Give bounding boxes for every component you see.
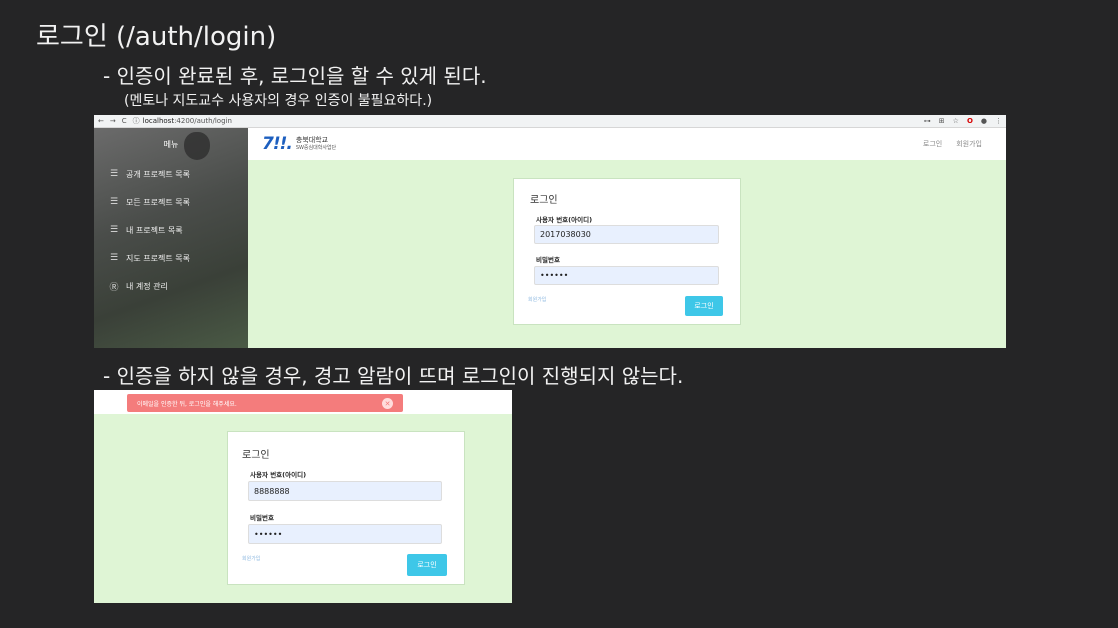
id-input[interactable]: 2017038030 <box>534 225 719 244</box>
password-input[interactable]: •••••• <box>534 266 719 285</box>
list-icon: ☰ <box>109 197 119 207</box>
id-label: 사용자 번호(아이디) <box>250 471 307 479</box>
note-mentor-exempt: (멘토나 지도교수 사용자의 경우 인증이 불필요하다.) <box>124 93 433 109</box>
sidebar-item-label: 모든 프로젝트 목록 <box>126 197 190 207</box>
sidebar-item-label: 내 계정 관리 <box>126 281 168 291</box>
nav-login-link[interactable]: 로그인 <box>923 139 942 149</box>
sidebar-item-advised-projects[interactable]: ☰ 지도 프로젝트 목록 <box>94 244 248 272</box>
opera-icon[interactable]: O <box>967 117 973 125</box>
list-icon: ☰ <box>109 253 119 263</box>
login-title: 로그인 <box>530 195 558 206</box>
sidebar-item-my-projects[interactable]: ☰ 내 프로젝트 목록 <box>94 216 248 244</box>
login-card: 로그인 사용자 번호(아이디) 2017038030 비밀번호 •••••• 회… <box>513 178 741 325</box>
slide-title: 로그인 (/auth/login) <box>36 22 277 52</box>
login-title: 로그인 <box>242 450 270 461</box>
nav-signup-link[interactable]: 회원가입 <box>956 139 982 149</box>
logo-line-1: 충북대학교 <box>295 136 329 144</box>
id-input[interactable]: 8888888 <box>248 481 442 501</box>
info-icon: ⓘ <box>132 117 140 125</box>
university-logo[interactable]: 7!!. 충북대학교 SW중심대학사업단 <box>262 134 336 154</box>
logo-line-2: SW중심대학사업단 <box>295 145 337 151</box>
reload-icon[interactable]: C <box>122 117 127 125</box>
login-alert-screenshot: 이메일을 인증한 뒤, 로그인을 해주세요. ✕ 로그인 사용자 번호(아이디)… <box>94 390 512 603</box>
star-icon[interactable]: ☆ <box>953 117 959 125</box>
browser-toolbar: ← → C ⓘ localhost:4200/auth/login ⊶ ⊞ ☆ … <box>94 115 1006 128</box>
translate-icon[interactable]: ⊞ <box>939 117 945 125</box>
signup-link[interactable]: 회원가입 <box>528 296 546 303</box>
user-circle-icon: Ⓡ <box>109 282 119 293</box>
sidebar: 메뉴 ☰ 공개 프로젝트 목록 ☰ 모든 프로젝트 목록 ☰ 내 프로젝트 목록… <box>94 128 248 348</box>
menu-icon[interactable]: ⋮ <box>995 117 1002 125</box>
sidebar-item-account[interactable]: Ⓡ 내 계정 관리 <box>94 272 248 300</box>
signup-link[interactable]: 회원가입 <box>242 555 260 562</box>
back-icon[interactable]: ← <box>98 117 104 125</box>
sidebar-header: 메뉴 <box>163 139 179 149</box>
sidebar-item-label: 공개 프로젝트 목록 <box>126 169 190 179</box>
sidebar-item-all-projects[interactable]: ☰ 모든 프로젝트 목록 <box>94 188 248 216</box>
alert-message: 이메일을 인증한 뒤, 로그인을 해주세요. <box>137 400 237 408</box>
bullet-auth-warning: - 인증을 하지 않을 경우, 경고 알람이 뜨며 로그인이 진행되지 않는다. <box>103 364 684 388</box>
login-button[interactable]: 로그인 <box>407 554 447 576</box>
bullet-login-after-auth: - 인증이 완료된 후, 로그인을 할 수 있게 된다. <box>103 64 487 88</box>
address-bar[interactable]: ⓘ localhost:4200/auth/login <box>133 116 918 126</box>
forward-icon[interactable]: → <box>110 117 116 125</box>
list-icon: ☰ <box>109 169 119 179</box>
login-button[interactable]: 로그인 <box>685 296 723 316</box>
id-label: 사용자 번호(아이디) <box>536 216 593 224</box>
login-card: 로그인 사용자 번호(아이디) 8888888 비밀번호 •••••• 회원가입… <box>227 431 465 585</box>
url-host: localhost <box>142 117 175 125</box>
profile-icon[interactable]: ● <box>981 117 987 125</box>
url-path: :4200/auth/login <box>174 117 232 125</box>
logo-mark-digit: 7 <box>262 134 274 154</box>
password-input[interactable]: •••••• <box>248 524 442 544</box>
close-icon[interactable]: ✕ <box>382 398 393 409</box>
logo-mark-dots: !!. <box>272 134 293 154</box>
sidebar-item-label: 지도 프로젝트 목록 <box>126 253 190 263</box>
password-label: 비밀번호 <box>536 256 560 264</box>
app-header: 7!!. 충북대학교 SW중심대학사업단 로그인 회원가입 <box>248 128 1006 160</box>
sidebar-item-label: 내 프로젝트 목록 <box>126 225 183 235</box>
sidebar-item-public-projects[interactable]: ☰ 공개 프로젝트 목록 <box>94 160 248 188</box>
login-screenshot: ← → C ⓘ localhost:4200/auth/login ⊶ ⊞ ☆ … <box>94 115 1006 348</box>
key-icon[interactable]: ⊶ <box>924 117 931 125</box>
warning-alert: 이메일을 인증한 뒤, 로그인을 해주세요. ✕ <box>127 394 403 412</box>
list-icon: ☰ <box>109 225 119 235</box>
password-label: 비밀번호 <box>250 514 274 522</box>
